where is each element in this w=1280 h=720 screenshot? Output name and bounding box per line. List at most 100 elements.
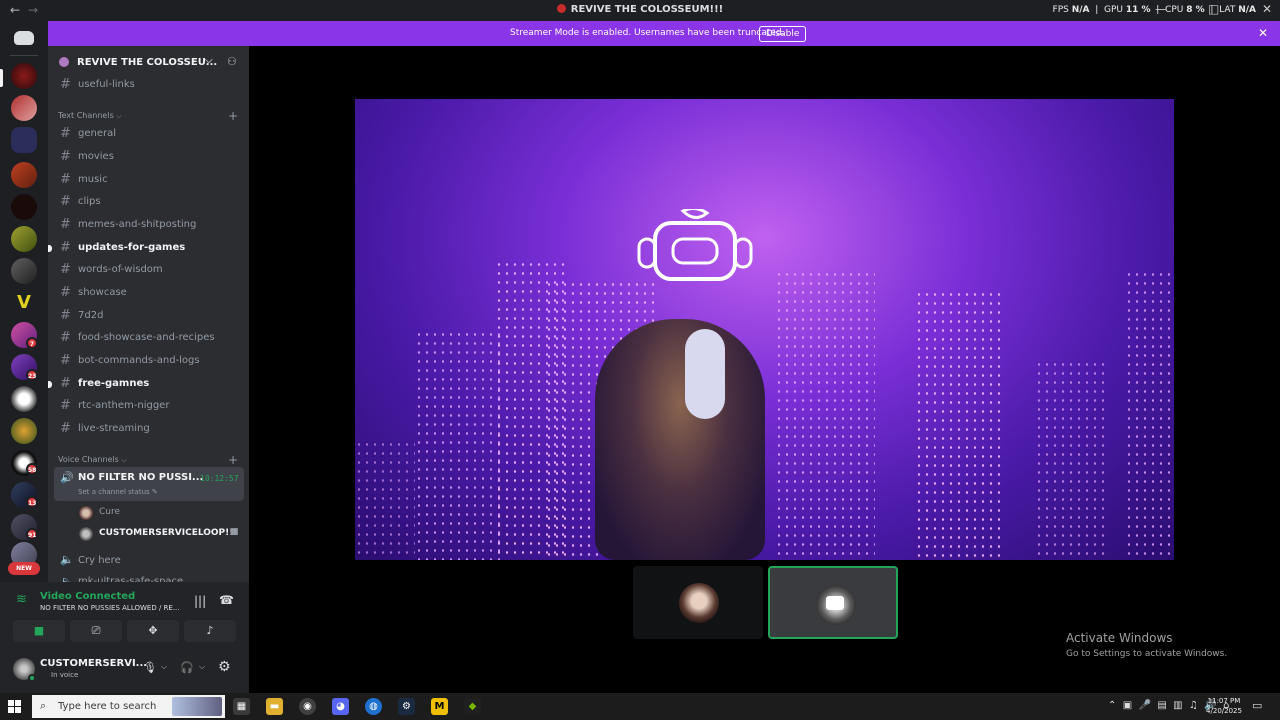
server-icon[interactable] xyxy=(11,162,37,188)
hash-icon: # xyxy=(60,194,71,209)
channel-updates-for-games[interactable]: # updates-for-games xyxy=(48,237,244,259)
hash-icon: # xyxy=(60,262,71,277)
connected-channel[interactable]: NO FILTER NO PUSSIES ALLOWED / RE... xyxy=(40,604,180,612)
banner-close-icon[interactable]: ✕ xyxy=(1258,26,1268,40)
participant-avatar xyxy=(679,583,719,623)
hash-icon: # xyxy=(60,353,71,368)
channel-free-gamnes[interactable]: # free-gamnes xyxy=(48,373,244,395)
server-icon-rtc[interactable] xyxy=(11,63,37,89)
taskbar-search[interactable]: ⌕ Type here to search xyxy=(32,695,225,718)
disable-button[interactable]: Disable xyxy=(759,26,807,42)
microphone-icon[interactable]: 🎙 xyxy=(143,661,157,674)
voice-timer: 10:12:57 xyxy=(200,474,239,483)
chevron-down-icon[interactable]: ⌵ xyxy=(161,662,167,672)
chevron-down-icon[interactable]: ⌵ xyxy=(205,55,213,66)
speaker-icon: 🔊 xyxy=(60,471,74,484)
server-icon[interactable] xyxy=(11,418,37,444)
participant-tile-customerserviceloop[interactable] xyxy=(768,566,898,639)
mention-badge: 23 xyxy=(26,369,38,381)
background-building xyxy=(415,330,505,560)
new-badge: NEW xyxy=(8,562,40,575)
windows-taskbar: ⌕ Type here to search ▦ ▬ ◉ ◕ ◍ ⚙ M ◆ ⌃ … xyxy=(0,693,1280,720)
voice-channel-mk-ultras[interactable]: 🔈 mk-ultras-safe-space xyxy=(54,574,244,582)
server-icon[interactable] xyxy=(11,226,37,252)
server-icon[interactable] xyxy=(11,386,37,412)
server-icon-v[interactable]: V xyxy=(11,290,37,316)
channel-showcase[interactable]: # showcase xyxy=(54,282,244,304)
steam-icon[interactable]: ⚙ xyxy=(398,698,415,715)
voice-member[interactable]: CUSTOMERSERVICELOOP!!! ■ xyxy=(54,525,244,543)
category-text-channels[interactable]: Text Channels ⌵ + xyxy=(58,109,243,123)
voice-channel-cry-here[interactable]: 🔈 Cry here xyxy=(54,552,244,570)
signal-icon[interactable]: ≋ xyxy=(16,592,27,607)
voice-channel-name: NO FILTER NO PUSSI... xyxy=(78,472,204,483)
background-building xyxy=(1035,360,1105,560)
channel-food-showcase[interactable]: # food-showcase-and-recipes xyxy=(54,327,244,349)
channel-bot-commands[interactable]: # bot-commands-and-logs xyxy=(54,350,244,372)
streamer-video xyxy=(595,319,765,560)
add-channel-icon[interactable]: + xyxy=(228,453,238,467)
minimize-button[interactable]: — xyxy=(1155,2,1167,16)
server-folder-icon[interactable] xyxy=(11,127,37,153)
notifications-icon[interactable]: ▭ xyxy=(1252,699,1262,712)
server-icon[interactable] xyxy=(11,95,37,121)
discord-bot-neon-icon xyxy=(637,209,753,281)
hash-icon: # xyxy=(60,126,71,141)
settings-gear-icon[interactable]: ⚙ xyxy=(218,659,231,675)
close-window-button[interactable]: ✕ xyxy=(1262,2,1272,16)
connection-status[interactable]: Video Connected xyxy=(40,591,135,602)
file-explorer-icon[interactable]: ▬ xyxy=(266,698,283,715)
banner-message: Streamer Mode is enabled. Usernames have… xyxy=(510,28,785,38)
windows-start-icon[interactable] xyxy=(8,700,21,713)
chrome-icon[interactable]: ◉ xyxy=(299,698,316,715)
hash-icon: # xyxy=(60,172,71,187)
m-app-icon[interactable]: M xyxy=(431,698,448,715)
discord-home-icon[interactable] xyxy=(14,31,34,45)
channel-music[interactable]: # music xyxy=(54,169,244,191)
activities-button[interactable]: ✥ xyxy=(127,620,179,642)
channel-live-streaming[interactable]: # live-streaming xyxy=(54,418,244,440)
background-building xyxy=(1125,270,1174,560)
hash-icon: # xyxy=(60,376,71,391)
screen-share-button[interactable]: ⎚ xyxy=(70,620,122,642)
channel-useful-links[interactable]: # useful-links xyxy=(54,74,244,96)
add-channel-icon[interactable]: + xyxy=(228,109,238,123)
headphones xyxy=(685,329,725,419)
username[interactable]: CUSTOMERSERVI... xyxy=(40,658,147,669)
task-view-icon[interactable]: ▦ xyxy=(233,698,250,715)
channel-status[interactable]: Set a channel status ✎ xyxy=(78,488,158,496)
channel-words-of-wisdom[interactable]: # words-of-wisdom xyxy=(54,259,244,281)
soundboard-button[interactable]: ♪ xyxy=(184,620,236,642)
server-icon[interactable] xyxy=(11,258,37,284)
channel-7d2d[interactable]: #7d2d xyxy=(54,305,244,327)
channel-clips[interactable]: # clips xyxy=(54,191,244,213)
chevron-down-icon[interactable]: ⌵ xyxy=(199,662,205,672)
server-icon-shot[interactable] xyxy=(11,194,37,220)
maximize-button[interactable]: □ xyxy=(1208,2,1219,16)
discord-icon[interactable]: ◕ xyxy=(332,698,349,715)
noise-suppression-icon[interactable]: ||| xyxy=(194,594,206,608)
voice-member[interactable]: Cure xyxy=(54,504,244,522)
disconnect-icon[interactable]: ☎ xyxy=(219,593,234,607)
background-building xyxy=(775,270,875,560)
search-icon: ⌕ xyxy=(40,699,47,712)
focused-video-stream[interactable] xyxy=(355,99,1174,560)
camera-button[interactable]: ■ xyxy=(13,620,65,642)
edge-icon[interactable]: ◍ xyxy=(365,698,382,715)
person-add-icon[interactable]: ⚇ xyxy=(227,55,237,68)
channel-movies[interactable]: # movies xyxy=(54,146,244,168)
hash-icon: # xyxy=(60,149,71,164)
server-icon xyxy=(59,57,69,67)
camera-icon xyxy=(826,596,844,610)
active-server-pill xyxy=(0,69,3,87)
channel-general[interactable]: # general xyxy=(54,123,244,145)
voice-channel-active[interactable]: 🔊 NO FILTER NO PUSSI... 10:12:57 Set a c… xyxy=(54,467,244,501)
channel-memes[interactable]: # memes-and-shitposting xyxy=(54,214,244,236)
nvidia-icon[interactable]: ◆ xyxy=(464,698,481,715)
channel-rtc-anthem[interactable]: # rtc-anthem-nigger xyxy=(54,395,244,417)
headset-icon[interactable]: 🎧 xyxy=(180,661,194,674)
category-voice-channels[interactable]: Voice Channels ⌵ + xyxy=(58,453,243,467)
participant-tile-cure[interactable] xyxy=(633,566,763,639)
system-clock[interactable]: 11:07 PM 4/20/2025 xyxy=(1198,696,1250,716)
mention-badge: 58 xyxy=(26,463,38,475)
